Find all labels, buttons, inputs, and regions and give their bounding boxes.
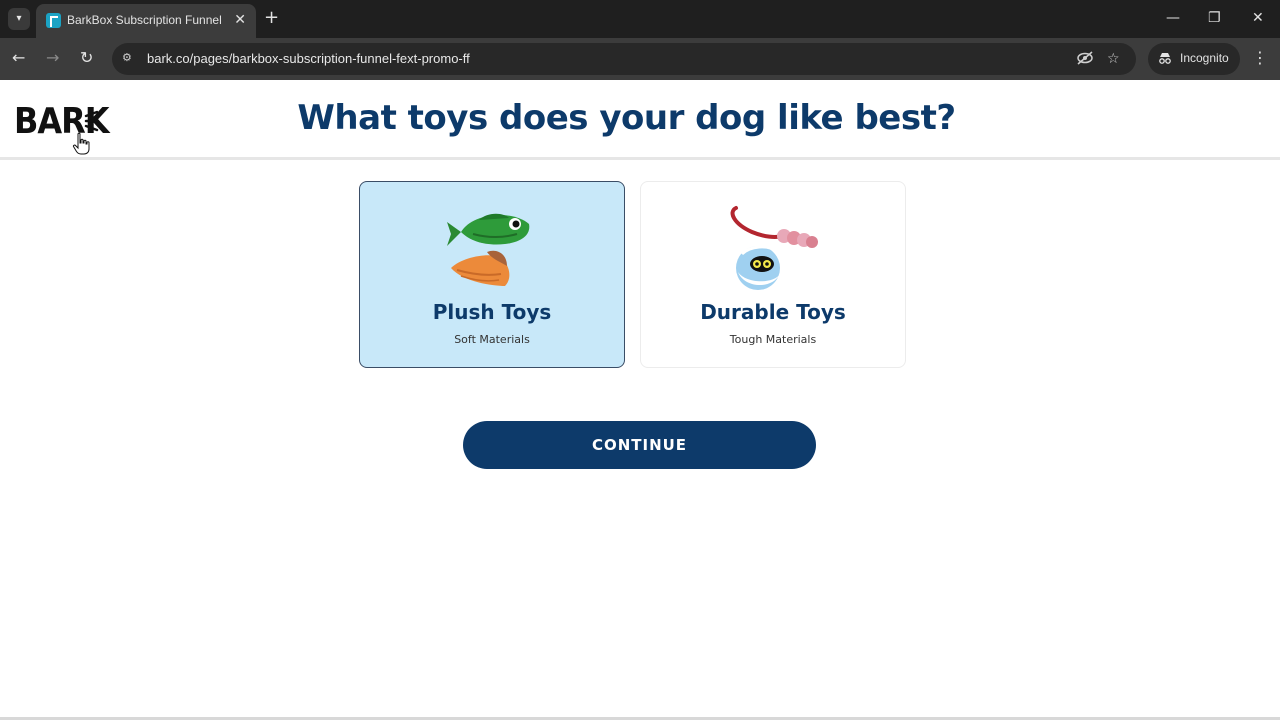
forward-arrow-icon[interactable]: → — [46, 48, 59, 68]
incognito-indicator[interactable]: Incognito — [1148, 43, 1240, 75]
site-info-icon[interactable]: ⚙ — [122, 50, 136, 66]
tab-search-icon[interactable]: ▾ — [8, 8, 30, 30]
plush-toy-image — [447, 213, 530, 286]
reload-icon[interactable]: ↻ — [80, 48, 93, 68]
durable-toy-image — [730, 206, 818, 290]
browser-toolbar: ← → ↻ ⚙ bark.co/pages/barkbox-subscripti… — [0, 38, 1280, 80]
continue-button[interactable]: CONTINUE — [463, 421, 816, 469]
incognito-label: Incognito — [1180, 51, 1229, 65]
option-subtitle: Soft Materials — [454, 333, 530, 346]
option-plush-toys[interactable]: Plush Toys Soft Materials — [359, 181, 625, 368]
more-vert-icon[interactable]: ⋮ — [1252, 48, 1268, 68]
incognito-icon — [1159, 53, 1171, 64]
new-tab-button[interactable]: + — [264, 8, 279, 28]
page-title: What toys does your dog like best? — [297, 98, 956, 138]
close-icon[interactable]: ✕ — [1252, 8, 1264, 28]
restore-icon[interactable]: ❐ — [1208, 8, 1221, 28]
option-durable-toys[interactable]: Durable Toys Tough Materials — [640, 181, 906, 368]
tab-title: BarkBox Subscription Funnel - l — [67, 13, 222, 27]
back-arrow-icon[interactable]: ← — [12, 48, 25, 68]
minimize-icon[interactable]: — — [1166, 8, 1180, 28]
browser-tab[interactable]: BarkBox Subscription Funnel - l ✕ — [36, 4, 256, 38]
eye-off-icon[interactable] — [1076, 50, 1094, 71]
url-text[interactable]: bark.co/pages/barkbox-subscription-funne… — [147, 51, 470, 66]
bark-favicon-icon — [46, 13, 61, 28]
option-subtitle: Tough Materials — [729, 333, 817, 346]
option-title: Plush Toys — [432, 300, 552, 324]
address-bar[interactable]: ⚙ bark.co/pages/barkbox-subscription-fun… — [112, 43, 1136, 75]
tab-strip: ▾ BarkBox Subscription Funnel - l ✕ + — … — [0, 0, 1280, 38]
star-icon[interactable]: ☆ — [1107, 50, 1120, 68]
page-content: BARK What toys does your dog like best? — [0, 80, 1280, 720]
site-header: BARK What toys does your dog like best? — [0, 80, 1280, 160]
option-title: Durable Toys — [700, 300, 846, 324]
tab-close-icon[interactable]: ✕ — [234, 12, 246, 28]
